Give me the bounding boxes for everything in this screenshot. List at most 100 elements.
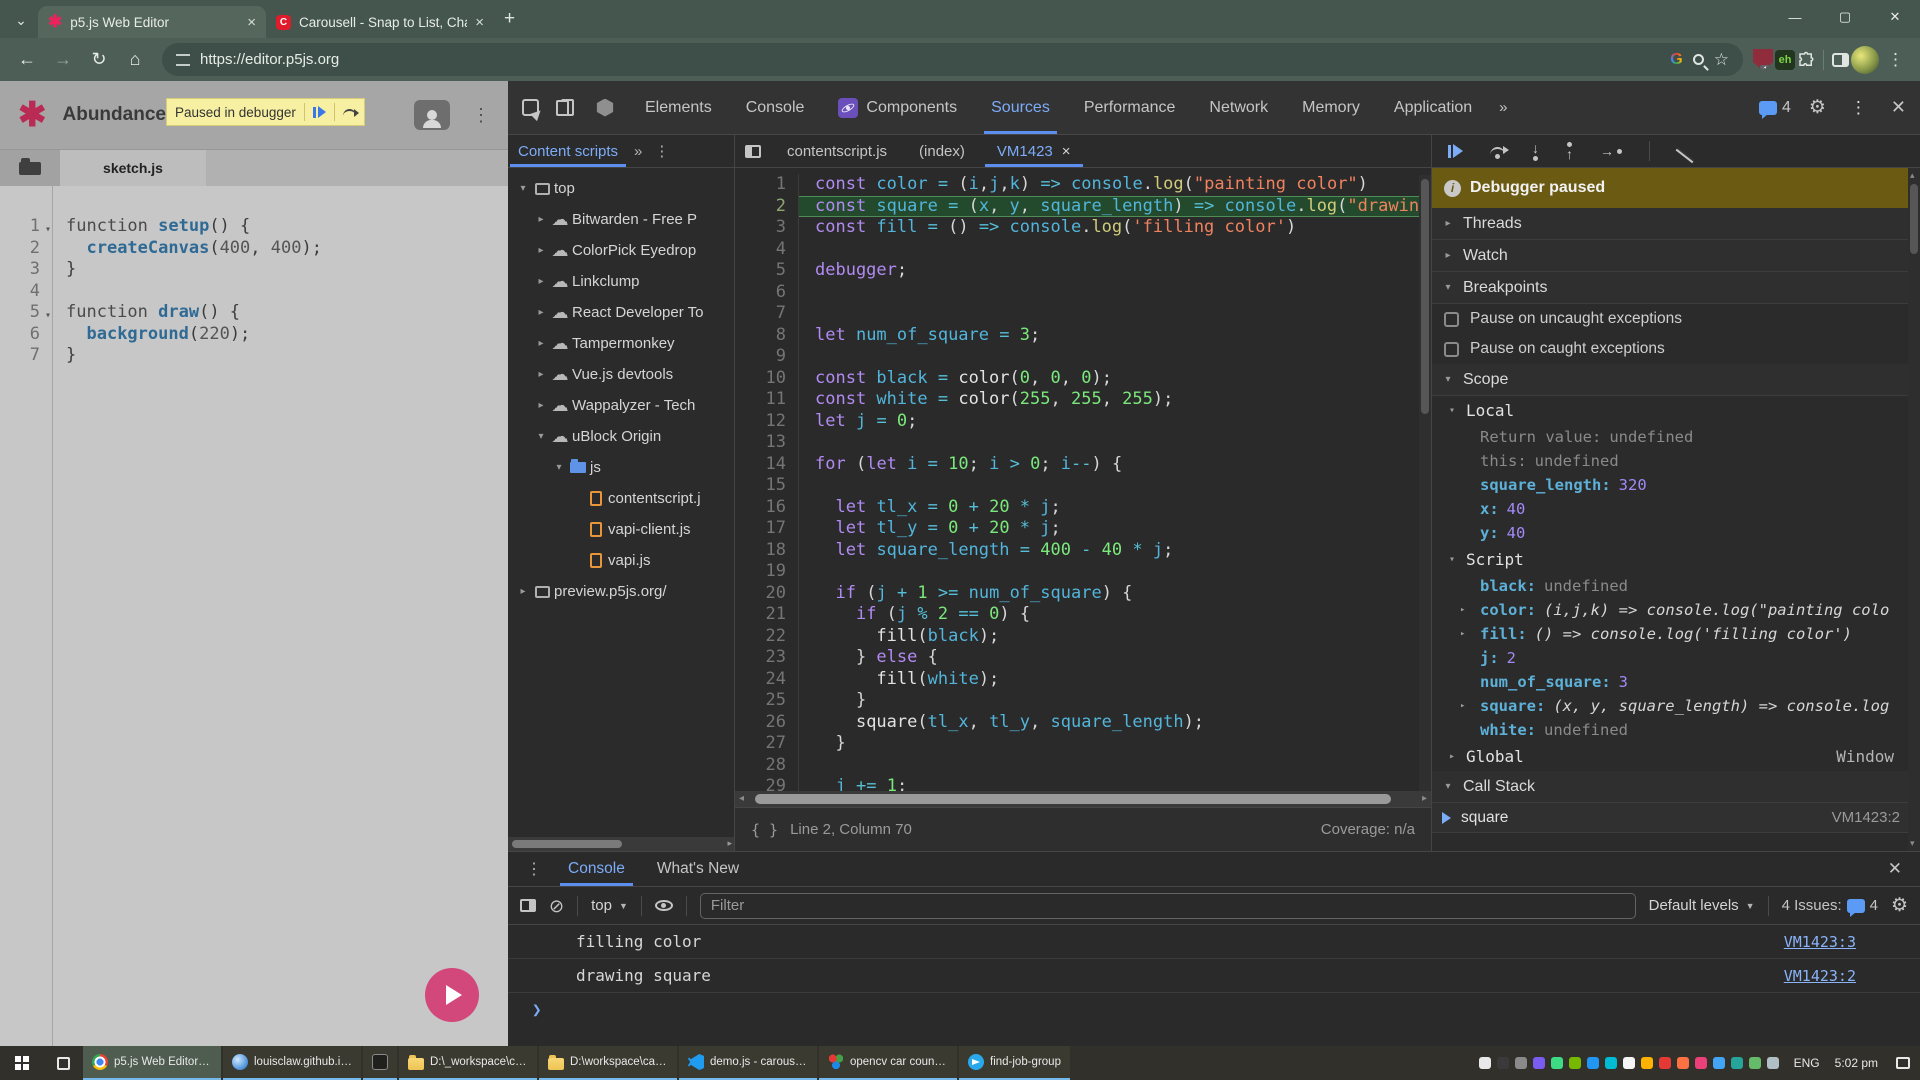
section-breakpoints[interactable]: ▾ Breakpoints — [1432, 272, 1920, 304]
devtools-tab-application[interactable]: Application — [1377, 81, 1489, 134]
scope-entry-x[interactable]: x:40 — [1432, 497, 1920, 521]
devtools-tab-network[interactable]: Network — [1192, 81, 1285, 134]
google-lens-icon[interactable]: G — [1670, 51, 1682, 69]
tree-item-react-developer-to[interactable]: ▸☁React Developer To — [508, 297, 734, 328]
p5-play-button[interactable] — [425, 968, 479, 1022]
scroll-up-icon[interactable]: ▴ — [1910, 170, 1915, 181]
taskbar-app-d-workspace-carou[interactable]: D:\_workspace\carou... — [399, 1046, 537, 1080]
p5-files-button[interactable] — [0, 150, 60, 186]
tab-close-icon[interactable]: × — [475, 14, 484, 31]
taskbar-app-terminal[interactable] — [363, 1046, 397, 1080]
devtools-tab-sources[interactable]: Sources — [974, 81, 1067, 134]
devtools-close-icon[interactable]: ✕ — [1891, 97, 1906, 118]
more-tabs-icon[interactable]: » — [1489, 81, 1517, 134]
tray-icon[interactable] — [1569, 1057, 1581, 1069]
step-over-icon[interactable] — [1490, 147, 1505, 155]
code-editor[interactable]: 1const color = (i,j,k) => console.log("p… — [735, 168, 1431, 791]
console-issues-counter[interactable]: 4 Issues: 4 — [1782, 897, 1878, 914]
sidebar-more-tabs-icon[interactable]: » — [628, 135, 648, 167]
scope-entry-square[interactable]: ▸square:(x, y, square_length) => console… — [1432, 694, 1920, 718]
reload-icon[interactable]: ↻ — [82, 43, 116, 77]
source-location-link[interactable]: VM1423:2 — [1784, 967, 1856, 985]
section-watch[interactable]: ▸ Watch — [1432, 240, 1920, 272]
scope-section-local[interactable]: ▾Local — [1432, 396, 1920, 425]
log-levels-select[interactable]: Default levels ▼ — [1649, 897, 1755, 914]
tray-icon[interactable] — [1713, 1057, 1725, 1069]
devtools-tab-console[interactable]: Console — [729, 81, 822, 134]
scope-entry-j[interactable]: j:2 — [1432, 646, 1920, 670]
window-close-button[interactable]: ✕ — [1870, 0, 1920, 34]
drawer-tab-console[interactable]: Console — [554, 852, 639, 886]
scope-entry-fill[interactable]: ▸fill:() => console.log('filling color') — [1432, 622, 1920, 646]
scroll-right-icon[interactable]: ▸ — [727, 838, 732, 849]
step-icon[interactable]: → — [1600, 143, 1622, 159]
section-threads[interactable]: ▸ Threads — [1432, 208, 1920, 240]
device-toolbar-icon[interactable] — [561, 99, 574, 116]
tray-icon[interactable] — [1479, 1057, 1491, 1069]
tray-icon[interactable] — [1551, 1057, 1563, 1069]
new-tab-button[interactable]: + — [504, 8, 515, 30]
live-expression-eye-icon[interactable] — [655, 900, 673, 911]
taskbar-app-d-workspace-carou[interactable]: D:\workspace\carou... — [539, 1046, 677, 1080]
drawer-menu-icon[interactable]: ⋮ — [518, 852, 550, 886]
scope-entry-square-length[interactable]: square_length:320 — [1432, 473, 1920, 497]
editor-vertical-scrollbar[interactable] — [1419, 175, 1431, 791]
inspect-element-icon[interactable] — [522, 99, 539, 116]
language-indicator[interactable]: ENG — [1787, 1046, 1827, 1080]
tray-icon[interactable] — [1605, 1057, 1617, 1069]
clock[interactable]: 5:02 pm — [1827, 1046, 1886, 1080]
console-filter-input[interactable] — [700, 893, 1636, 919]
tray-icon[interactable] — [1731, 1057, 1743, 1069]
zoom-icon[interactable] — [1693, 54, 1704, 65]
tree-item-colorpick-eyedrop[interactable]: ▸☁ColorPick Eyedrop — [508, 235, 734, 266]
tree-item-contentscript-j[interactable]: contentscript.j — [508, 483, 734, 514]
scope-entry-color[interactable]: ▸color:(i,j,k) => console.log("painting … — [1432, 598, 1920, 622]
file-tab-close-icon[interactable]: × — [1062, 143, 1071, 160]
step-over-icon[interactable] — [343, 109, 356, 116]
tray-icon[interactable] — [1749, 1057, 1761, 1069]
section-scope[interactable]: ▾ Scope — [1432, 364, 1920, 396]
javascript-context-select[interactable]: top ▼ — [591, 897, 628, 914]
p5-sketch-tab[interactable]: sketch.js — [60, 150, 206, 186]
tray-icon[interactable] — [1767, 1057, 1779, 1069]
toggle-navigator-icon[interactable] — [735, 135, 771, 167]
devtools-tab-components[interactable]: Components — [821, 81, 974, 134]
window-minimize-button[interactable]: — — [1770, 0, 1820, 34]
taskbar-app-p5-js-web-editor-go[interactable]: p5.js Web Editor - Go... — [83, 1046, 221, 1080]
p5-code-editor[interactable]: 1▾function setup() {2 createCanvas(400, … — [0, 186, 508, 1046]
ublock-extension-icon[interactable]: 1 — [1753, 49, 1773, 71]
scope-section-global[interactable]: ▸GlobalWindow — [1432, 742, 1920, 771]
editor-horizontal-scrollbar[interactable]: ◂ ▸ — [735, 791, 1431, 807]
p5-menu-icon[interactable]: ⋮ — [472, 105, 490, 126]
browser-tab-p5js[interactable]: ✱ p5.js Web Editor × — [38, 6, 266, 38]
tray-icon[interactable] — [1497, 1057, 1509, 1069]
checkbox-unchecked[interactable] — [1444, 342, 1459, 357]
tree-item-tampermonkey[interactable]: ▸☁Tampermonkey — [508, 328, 734, 359]
side-panel-icon[interactable] — [1832, 53, 1849, 67]
scope-entry-y[interactable]: y:40 — [1432, 521, 1920, 545]
taskbar-app-louisclaw-github-io[interactable]: louisclaw.github.io (... — [223, 1046, 361, 1080]
back-icon[interactable]: ← — [10, 43, 44, 77]
start-button[interactable] — [0, 1046, 44, 1080]
forward-icon[interactable]: → — [46, 43, 80, 77]
drawer-close-icon[interactable]: ✕ — [1880, 852, 1910, 886]
tree-item-bitwarden-free-p[interactable]: ▸☁Bitwarden - Free P — [508, 204, 734, 235]
issues-counter[interactable]: 4 — [1759, 99, 1791, 117]
eh-extension-icon[interactable]: eh — [1775, 50, 1795, 70]
scope-entry-return-value[interactable]: Return value:undefined — [1432, 425, 1920, 449]
browser-tab-carousell[interactable]: C Carousell - Snap to List, Chat t × — [266, 6, 494, 38]
source-location-link[interactable]: VM1423:3 — [1784, 933, 1856, 951]
tab-content-scripts[interactable]: Content scripts — [508, 135, 628, 167]
tray-icon[interactable] — [1515, 1057, 1527, 1069]
resume-script-icon[interactable] — [1448, 144, 1463, 158]
bookmark-star-icon[interactable]: ☆ — [1714, 50, 1729, 70]
console-settings-icon[interactable]: ⚙ — [1891, 894, 1908, 917]
pretty-print-icon[interactable]: { } — [751, 821, 778, 839]
address-bar[interactable]: https://editor.p5js.org G ☆ — [162, 43, 1743, 76]
devtools-tab-performance[interactable]: Performance — [1067, 81, 1193, 134]
scrollbar-thumb[interactable] — [755, 794, 1391, 804]
tree-item-top[interactable]: ▾top — [508, 173, 734, 204]
tree-item-preview-p5js-org[interactable]: ▸preview.p5js.org/ — [508, 576, 734, 607]
tree-item-linkclump[interactable]: ▸☁Linkclump — [508, 266, 734, 297]
taskbar-app-find-job-group[interactable]: find-job-group — [959, 1046, 1070, 1080]
